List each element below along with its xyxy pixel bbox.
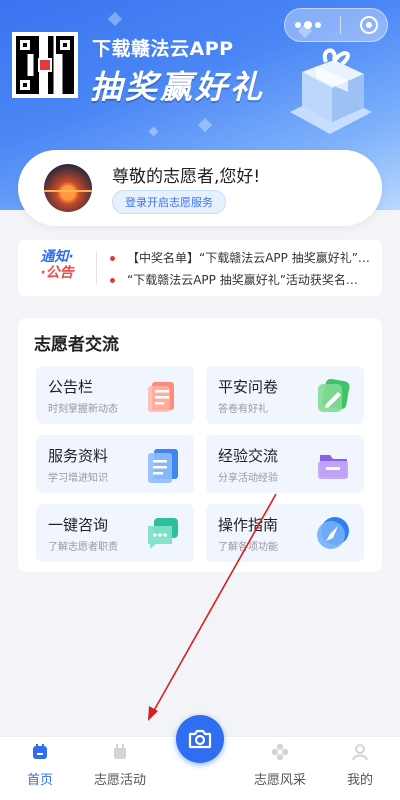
section-title: 志愿者交流 [34, 335, 119, 355]
banner-title: 下载赣法云APP [92, 38, 234, 60]
divider [96, 252, 97, 284]
flower-icon [271, 743, 289, 761]
compass-icon [317, 517, 349, 549]
tile-title: 操作指南 [218, 516, 279, 534]
tile-title: 平安问卷 [218, 378, 279, 396]
tab-label: 志愿风采 [253, 773, 306, 788]
home-icon [33, 744, 47, 759]
notice-item-text: 【中奖名单】“下载赣法云APP 抽奖赢好礼”… [127, 251, 370, 265]
bulletin-icon [148, 382, 174, 412]
tab-label: 首页 [26, 773, 53, 788]
notice-tag-line1: 通知· [40, 249, 74, 265]
tab-mine[interactable]: 我的 [320, 743, 400, 788]
tile-experience-exchange[interactable]: 经验交流 分享活动经验 [206, 435, 364, 493]
tile-title: 服务资料 [48, 447, 109, 465]
chat-icon [148, 518, 178, 549]
sparkle-decoration [148, 126, 159, 137]
notice-item-text: “下载赣法云APP 抽奖赢好礼”活动获奖名… [127, 273, 358, 287]
camera-icon [188, 729, 212, 749]
user-icon [352, 744, 368, 761]
gift-box-icon [290, 48, 372, 134]
document-icon [148, 449, 178, 483]
folder-icon [318, 455, 348, 479]
notice-tag: 通知· ·公告 [30, 249, 84, 281]
tile-title: 经验交流 [218, 447, 279, 465]
tile-service-materials[interactable]: 服务资料 学习增进知识 [36, 435, 194, 493]
more-options-icon[interactable] [294, 21, 321, 29]
banner-slogan: 抽奖赢好礼 [90, 68, 266, 106]
tab-label: 我的 [346, 773, 373, 788]
bullet-icon [110, 256, 115, 261]
tile-subtitle: 分享活动经验 [218, 473, 278, 484]
survey-icon [318, 378, 350, 412]
sparkle-decoration [107, 11, 123, 27]
tab-activities[interactable]: 志愿活动 [80, 743, 160, 788]
tile-guide[interactable]: 操作指南 了解各项功能 [206, 504, 364, 562]
miniprogram-capsule [284, 8, 388, 42]
bullet-icon [110, 278, 115, 283]
tile-subtitle: 答卷有好礼 [218, 404, 268, 415]
tab-home[interactable]: 首页 [0, 743, 80, 788]
camera-button[interactable] [176, 715, 224, 763]
tile-bulletin[interactable]: 公告栏 时刻掌握新动态 [36, 366, 194, 424]
sparkle-decoration [197, 117, 213, 133]
tile-title: 一键咨询 [48, 516, 109, 534]
notice-tag-line2: ·公告 [40, 265, 74, 282]
close-miniprogram-icon[interactable] [359, 16, 378, 34]
tab-volunteer-style[interactable]: 志愿风采 [240, 743, 320, 788]
tile-subtitle: 时刻掌握新动态 [48, 404, 118, 415]
volunteer-exchange-panel: 志愿者交流 公告栏 时刻掌握新动态 平安问卷 答卷有好礼 服务资料 学习增进知识 [18, 318, 382, 572]
qr-code [12, 32, 78, 98]
login-button[interactable]: 登录开启志愿服务 [112, 190, 226, 214]
app-logo-icon [38, 58, 52, 72]
tile-title: 公告栏 [48, 378, 94, 396]
tile-consult[interactable]: 一键咨询 了解志愿者职责 [36, 504, 194, 562]
notice-item[interactable]: 【中奖名单】“下载赣法云APP 抽奖赢好礼”… [110, 249, 386, 266]
notice-item[interactable]: “下载赣法云APP 抽奖赢好礼”活动获奖名… [110, 271, 386, 288]
tile-subtitle: 了解志愿者职责 [48, 542, 118, 553]
avatar[interactable] [44, 164, 92, 212]
greeting-text: 尊敬的志愿者,您好! [112, 167, 261, 187]
activity-icon [114, 744, 126, 759]
tile-subtitle: 了解各项功能 [218, 542, 278, 553]
profile-card: 尊敬的志愿者,您好! 登录开启志愿服务 [18, 150, 382, 226]
tile-subtitle: 学习增进知识 [48, 473, 108, 484]
tab-label: 志愿活动 [93, 773, 146, 788]
tile-survey[interactable]: 平安问卷 答卷有好礼 [206, 366, 364, 424]
notice-bar: 通知· ·公告 【中奖名单】“下载赣法云APP 抽奖赢好礼”… “下载赣法云AP… [18, 240, 382, 296]
